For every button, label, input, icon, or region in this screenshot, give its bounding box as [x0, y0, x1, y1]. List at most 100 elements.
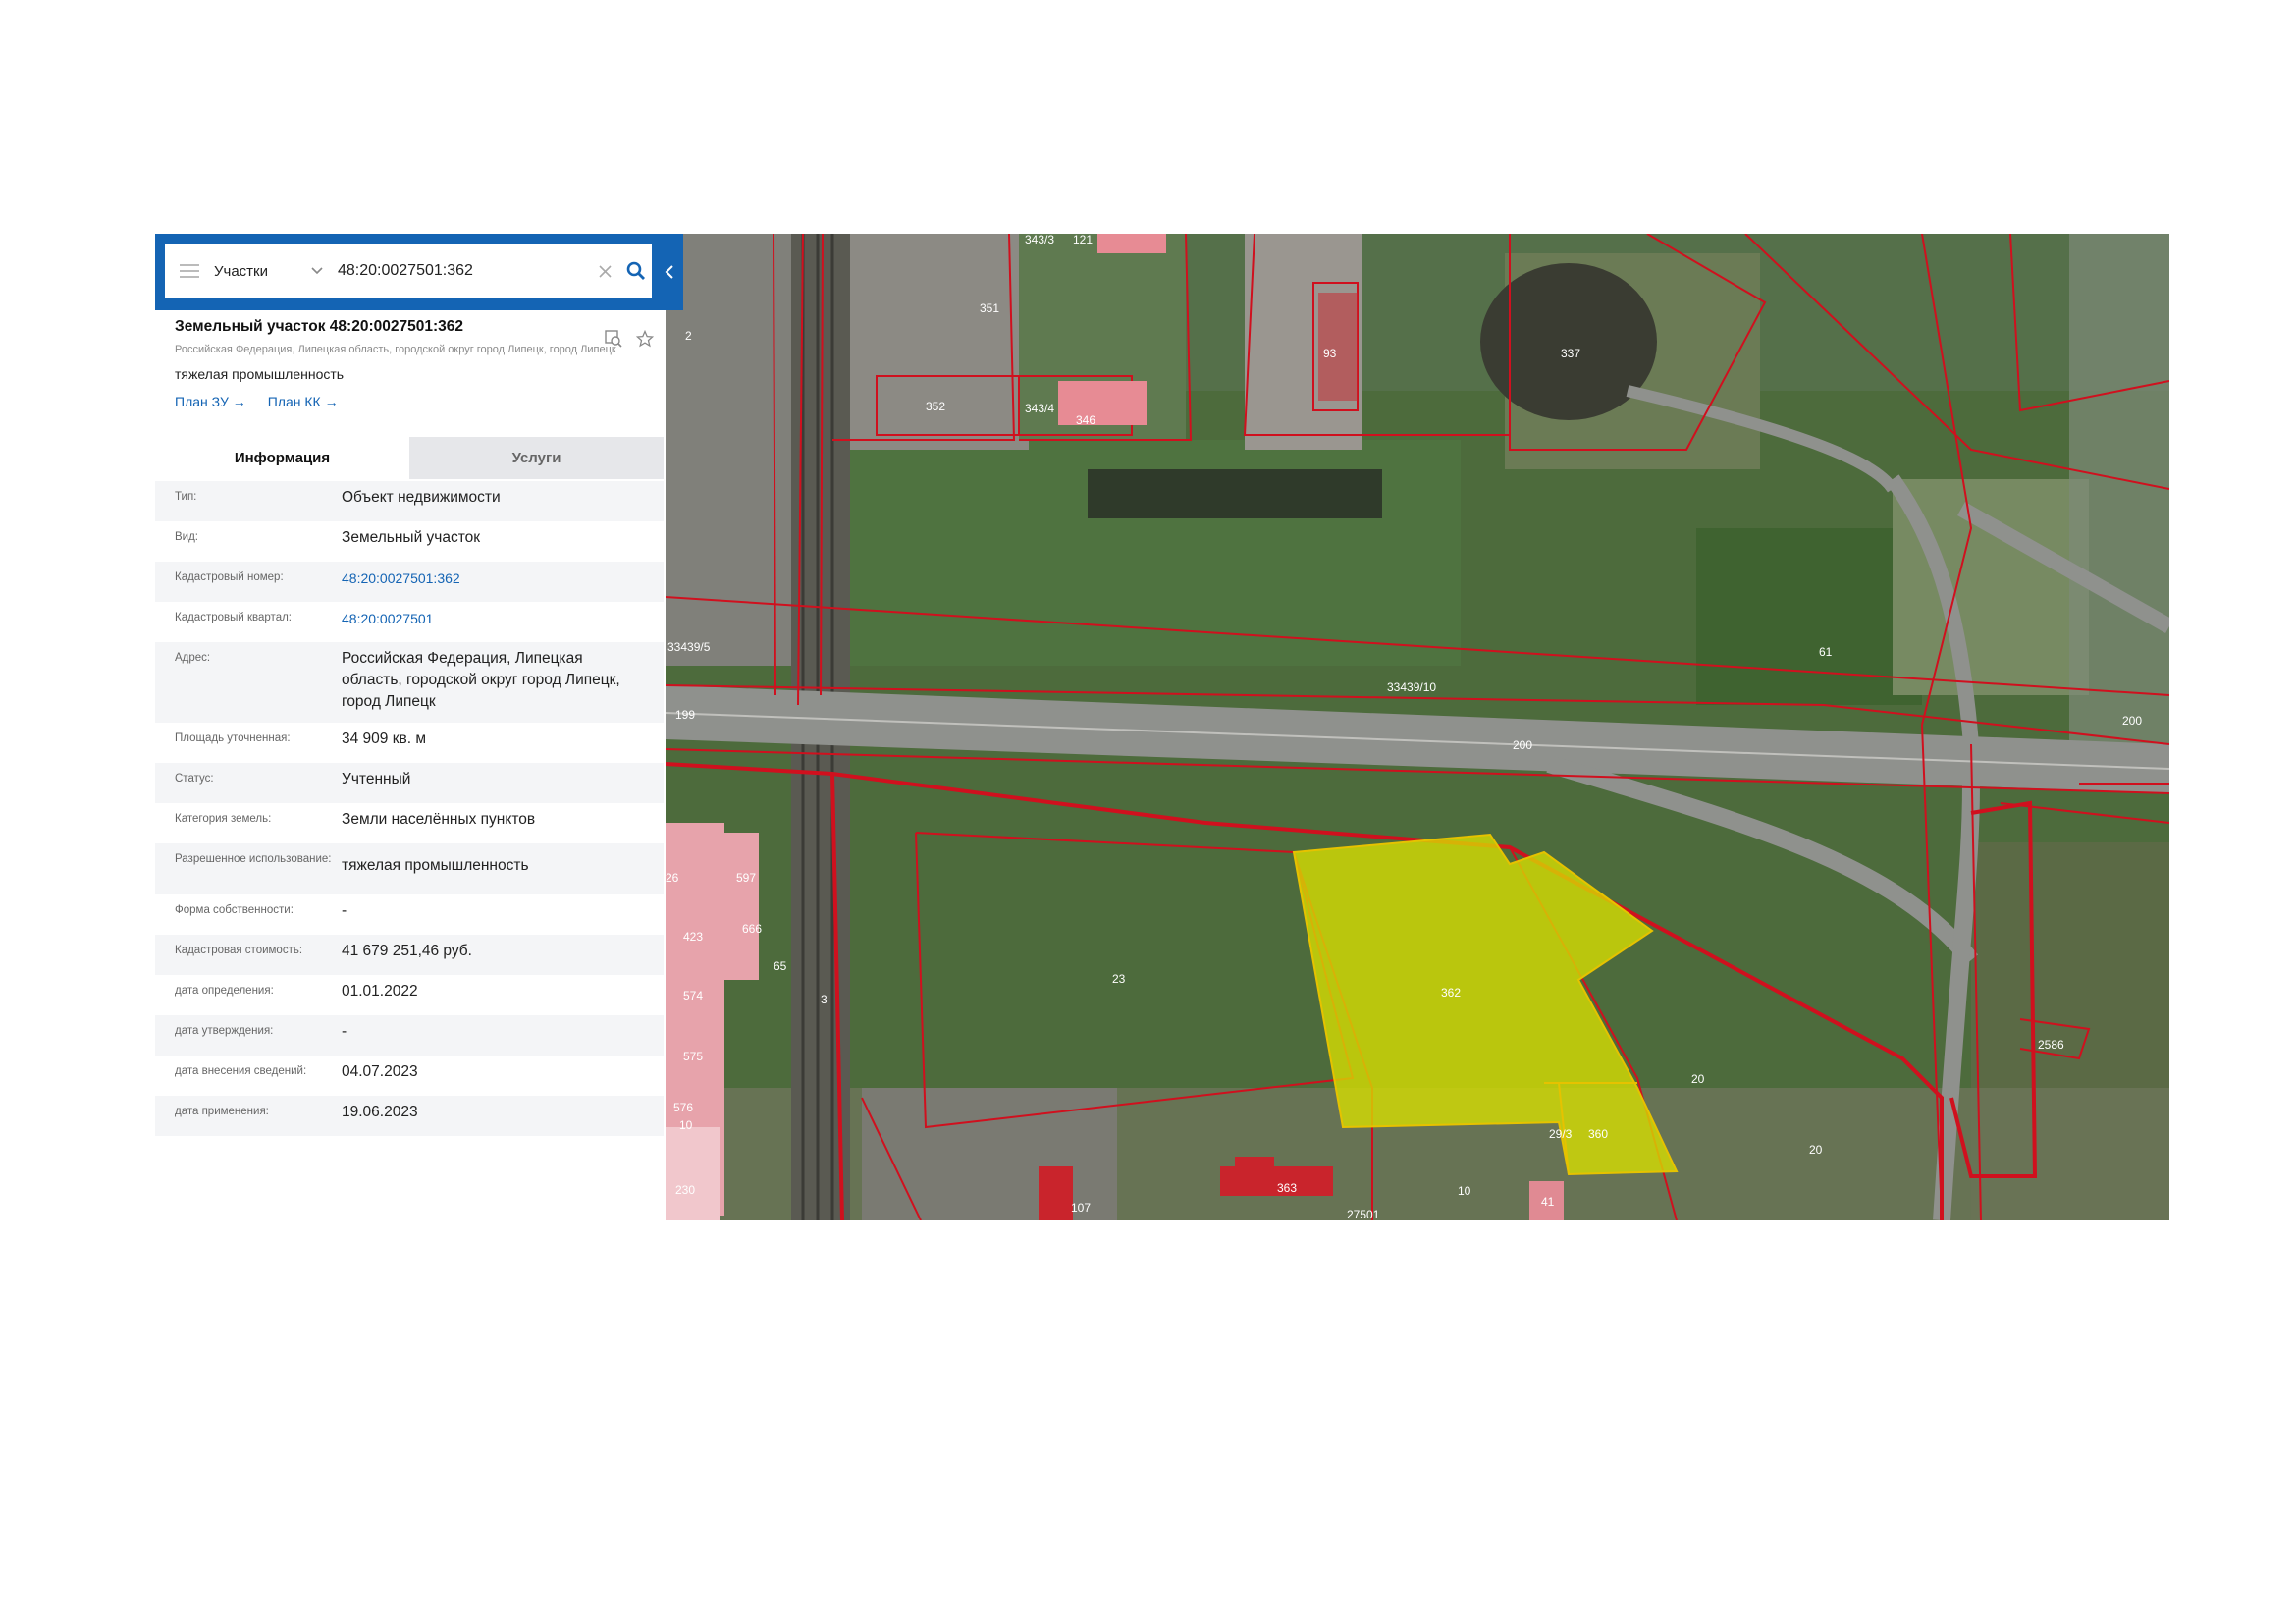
- info-value: -: [342, 1023, 347, 1040]
- info-value: Учтенный: [342, 771, 411, 787]
- info-label: Кадастровая стоимость:: [175, 945, 303, 956]
- map-label: 10: [679, 1118, 693, 1132]
- info-row: Категория земель: Земли населённых пункт…: [155, 803, 664, 843]
- map-label: 337: [1561, 347, 1580, 360]
- info-value: 34 909 кв. м: [342, 731, 426, 747]
- map-label: 33439/10: [1387, 680, 1436, 694]
- object-address: Российская Федерация, Липецкая область, …: [175, 344, 616, 355]
- map-label: 3: [821, 993, 828, 1006]
- info-value: Земельный участок: [342, 529, 481, 546]
- map-label: 343/4: [1025, 402, 1054, 415]
- cadastral-number-link[interactable]: 48:20:0027501:362: [342, 562, 664, 589]
- map-label: 576: [673, 1101, 693, 1114]
- info-label: Адрес:: [175, 652, 211, 664]
- map-label: 423: [683, 930, 703, 944]
- map-label: 10: [1458, 1184, 1471, 1198]
- info-label: Категория земель:: [175, 813, 272, 825]
- info-value: 41 679 251,46 руб.: [342, 943, 472, 959]
- info-value: -: [342, 902, 347, 919]
- search-bar: Участки 48:20:0027501:362: [155, 234, 683, 310]
- search-icon[interactable]: [620, 244, 652, 298]
- info-row: Кадастровый квартал: 48:20:0027501: [155, 602, 664, 642]
- info-label: Вид:: [175, 531, 198, 543]
- info-table: Тип: Объект недвижимости Вид: Земельный …: [155, 481, 664, 1136]
- map-label: 200: [2122, 714, 2142, 728]
- info-label: Кадастровый номер:: [175, 571, 284, 583]
- map-label: 61: [1819, 645, 1833, 659]
- info-row: дата определения: 01.01.2022: [155, 975, 664, 1015]
- cadastral-map-app: 343/3 121 351 352 343/4 346 93 337 33439…: [155, 234, 2169, 1220]
- map-label: 346: [1076, 413, 1095, 427]
- zoom-to-object-icon[interactable]: [605, 330, 622, 348]
- info-label: Разрешенное использование:: [175, 853, 332, 865]
- info-row: Адрес: Российская Федерация, Липецкая об…: [155, 642, 664, 723]
- info-row: Тип: Объект недвижимости: [155, 481, 664, 521]
- map-label: 20: [1691, 1072, 1705, 1086]
- plan-kk-link[interactable]: План КК →: [268, 394, 339, 409]
- map-label: 363: [1277, 1181, 1297, 1195]
- map-label: 93: [1323, 347, 1337, 360]
- info-row: дата утверждения: -: [155, 1015, 664, 1056]
- search-input[interactable]: 48:20:0027501:362: [336, 262, 589, 280]
- info-value: Земли населённых пунктов: [342, 811, 536, 828]
- menu-icon[interactable]: [165, 244, 214, 298]
- info-label: Статус:: [175, 773, 214, 785]
- map-label: 23: [1112, 972, 1126, 986]
- map-label: 27501: [1347, 1208, 1380, 1220]
- object-title: Земельный участок 48:20:0027501:362: [175, 318, 463, 335]
- info-label: Тип:: [175, 491, 197, 503]
- map-label: 107: [1071, 1201, 1091, 1215]
- info-value: 04.07.2023: [342, 1063, 418, 1080]
- cadastral-quarter-link[interactable]: 48:20:0027501: [342, 602, 664, 629]
- map-label: 26: [666, 871, 679, 885]
- map-label: 343/3: [1025, 234, 1054, 246]
- tab-services[interactable]: Услуги: [409, 437, 664, 479]
- info-row: Кадастровый номер: 48:20:0027501:362: [155, 562, 664, 602]
- info-row: дата внесения сведений: 04.07.2023: [155, 1056, 664, 1096]
- map-canvas[interactable]: 343/3 121 351 352 343/4 346 93 337 33439…: [666, 234, 2169, 1220]
- map-label: 200: [1513, 738, 1532, 752]
- map-label: 41: [1541, 1195, 1555, 1209]
- object-actions: [605, 330, 654, 348]
- map-label: 2586: [2038, 1038, 2064, 1052]
- info-tabs: Информация Услуги: [155, 437, 664, 479]
- close-icon[interactable]: [589, 244, 620, 298]
- map-label: 360: [1588, 1127, 1608, 1141]
- info-label: Площадь уточненная:: [175, 732, 291, 744]
- collapse-panel-button[interactable]: [659, 253, 680, 291]
- map-label: 121: [1073, 234, 1093, 246]
- map-label: 2: [685, 329, 692, 343]
- map-label: 351: [980, 301, 999, 315]
- star-icon[interactable]: [636, 330, 654, 348]
- map-label: 29/3: [1549, 1127, 1573, 1141]
- layer-select[interactable]: Участки: [214, 263, 336, 280]
- object-links: План ЗУ → План КК →: [175, 394, 646, 409]
- map-label: 199: [675, 708, 695, 722]
- info-value: 19.06.2023: [342, 1104, 418, 1120]
- search-box: Участки 48:20:0027501:362: [165, 244, 652, 298]
- map-label: 597: [736, 871, 756, 885]
- map-label: 575: [683, 1050, 703, 1063]
- info-row: Площадь уточненная: 34 909 кв. м: [155, 723, 664, 763]
- map-label: 574: [683, 989, 703, 1002]
- info-row: Разрешенное использование: тяжелая промы…: [155, 843, 664, 894]
- layer-select-label: Участки: [214, 262, 268, 280]
- info-row: Статус: Учтенный: [155, 763, 664, 803]
- info-row: дата применения: 19.06.2023: [155, 1096, 664, 1136]
- tab-information[interactable]: Информация: [155, 437, 409, 479]
- object-info-panel: Участки 48:20:0027501:362 Земельный учас…: [155, 234, 683, 1220]
- map-view[interactable]: 343/3 121 351 352 343/4 346 93 337 33439…: [666, 234, 2169, 1220]
- chevron-down-icon: [311, 267, 323, 275]
- plan-zu-link[interactable]: План ЗУ →: [175, 394, 246, 409]
- map-label: 33439/5: [667, 640, 711, 654]
- info-value: Российская Федерация, Липецкая область, …: [342, 650, 620, 710]
- info-label: Кадастровый квартал:: [175, 612, 292, 623]
- object-use: тяжелая промышленность: [175, 366, 345, 382]
- info-row: Вид: Земельный участок: [155, 521, 664, 562]
- info-value: Объект недвижимости: [342, 489, 501, 506]
- info-label: дата применения:: [175, 1106, 269, 1117]
- object-header: Земельный участок 48:20:0027501:362 Росс…: [175, 318, 646, 409]
- info-row: Форма собственности: -: [155, 894, 664, 935]
- map-label: 65: [774, 959, 787, 973]
- map-label: 666: [742, 922, 762, 936]
